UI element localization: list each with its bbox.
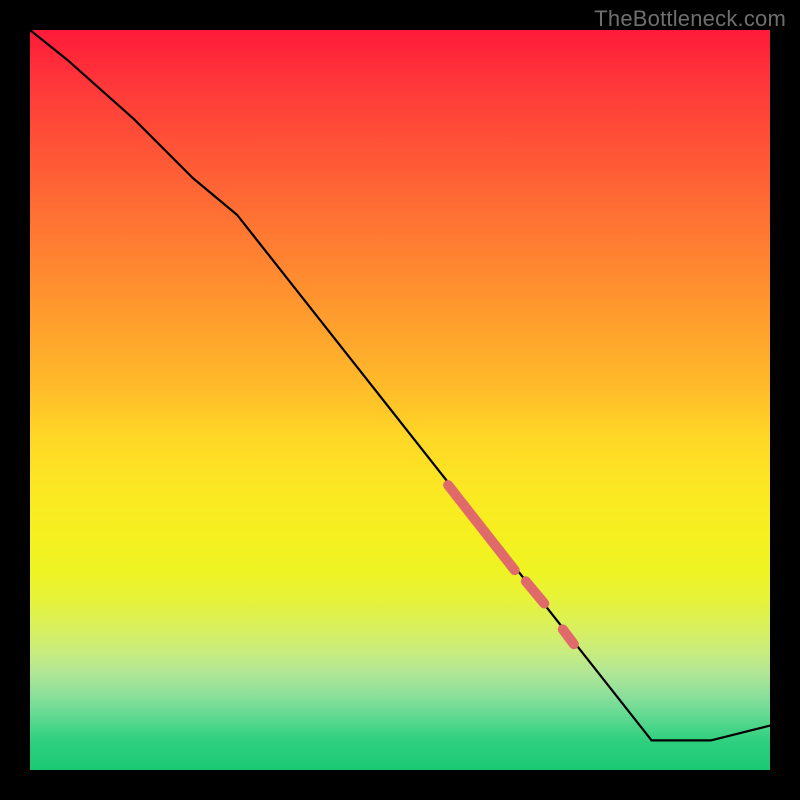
bottleneck-curve bbox=[30, 30, 770, 740]
stage: TheBottleneck.com bbox=[0, 0, 800, 800]
highlight-markers bbox=[448, 485, 574, 644]
plot-area bbox=[30, 30, 770, 770]
watermark-text: TheBottleneck.com bbox=[594, 6, 786, 32]
chart-svg bbox=[30, 30, 770, 770]
